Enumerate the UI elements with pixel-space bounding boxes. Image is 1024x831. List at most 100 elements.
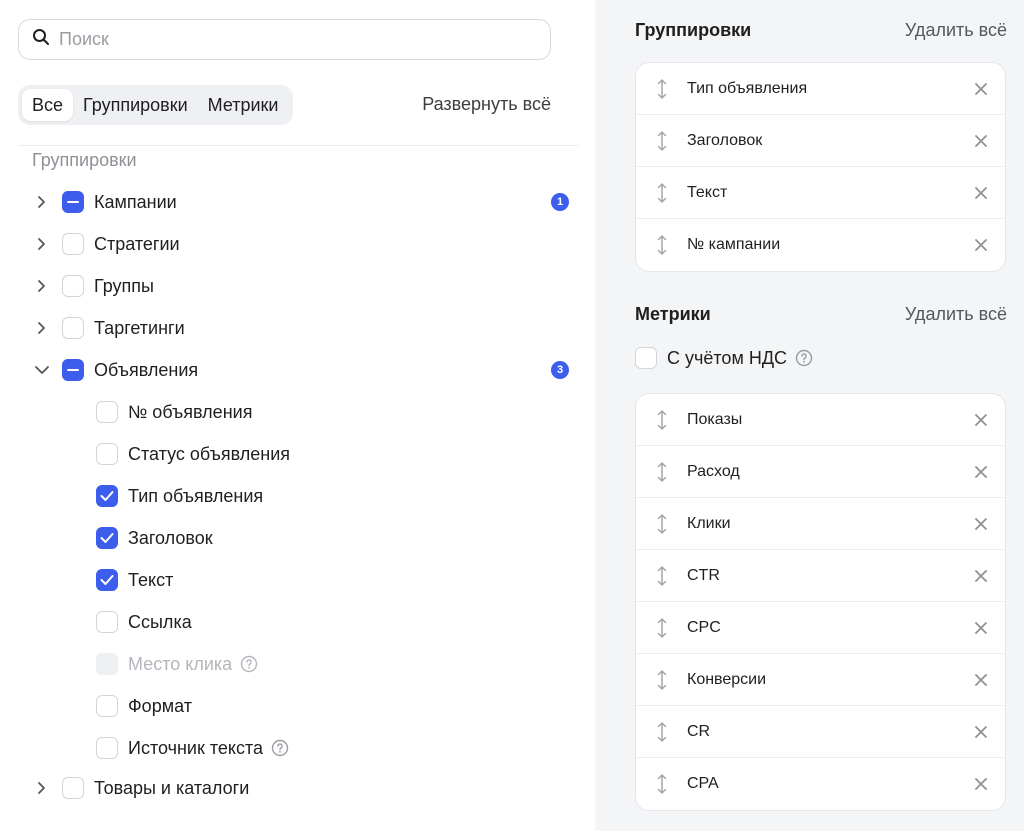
- divider: [18, 145, 578, 146]
- tree-item-label: Товары и каталоги: [94, 777, 250, 798]
- selected-panel: Группировки Удалить всё Тип объявления З…: [595, 0, 1024, 831]
- drag-handle-icon[interactable]: [652, 668, 672, 692]
- help-icon[interactable]: [271, 739, 289, 757]
- tree-item-label: Статус объявления: [128, 443, 291, 464]
- search-icon: [31, 27, 51, 52]
- help-icon[interactable]: [795, 349, 813, 367]
- tree-item-label: Место клика: [128, 653, 233, 674]
- chevron-right-icon[interactable]: [32, 192, 52, 212]
- list-item-label: CR: [687, 722, 711, 740]
- tree-child-text-source: Источник текста: [96, 727, 289, 769]
- link-checkbox[interactable]: [96, 611, 118, 633]
- drag-handle-icon[interactable]: [652, 181, 672, 205]
- remove-icon[interactable]: [973, 620, 989, 636]
- tree-child-text: Текст: [96, 559, 173, 601]
- tree-item-label: Источник текста: [128, 737, 264, 758]
- chevron-right-icon[interactable]: [32, 318, 52, 338]
- remove-icon[interactable]: [973, 81, 989, 97]
- tree-child-click-place: Место клика: [96, 643, 258, 685]
- ad-type-checkbox[interactable]: [96, 485, 118, 507]
- chevron-down-icon[interactable]: [32, 360, 52, 380]
- list-item: CR: [636, 706, 1005, 758]
- tree-child-ad-type: Тип объявления: [96, 475, 263, 517]
- tree-item-label: Формат: [128, 695, 192, 716]
- search-input[interactable]: [59, 29, 519, 50]
- ad-status-checkbox[interactable]: [96, 443, 118, 465]
- list-item: Тип объявления: [636, 63, 1005, 115]
- groupings-delete-all-button[interactable]: Удалить всё: [905, 20, 1007, 41]
- tree-item-strategies: Стратегии: [32, 223, 180, 265]
- drag-handle-icon[interactable]: [652, 720, 672, 744]
- ads-checkbox[interactable]: [62, 359, 84, 381]
- drag-handle-icon[interactable]: [652, 616, 672, 640]
- remove-icon[interactable]: [973, 776, 989, 792]
- list-item: Расход: [636, 446, 1005, 498]
- check-icon: [100, 491, 114, 501]
- vat-label: С учётом НДС: [667, 347, 788, 368]
- groupings-title: Группировки: [635, 20, 752, 40]
- list-item-label: Тип объявления: [687, 79, 808, 97]
- drag-handle-icon[interactable]: [652, 512, 672, 536]
- metrics-list: Показы Расход Клики CTR CPC Конверсии CR…: [635, 393, 1006, 811]
- metrics-delete-all-button[interactable]: Удалить всё: [905, 304, 1007, 325]
- format-checkbox[interactable]: [96, 695, 118, 717]
- drag-handle-icon[interactable]: [652, 129, 672, 153]
- vat-checkbox[interactable]: [635, 347, 657, 369]
- tab-all[interactable]: Все: [22, 89, 74, 121]
- groupings-list: Тип объявления Заголовок Текст № кампани…: [635, 62, 1006, 272]
- tree-item-label: Тип объявления: [128, 485, 264, 506]
- check-icon: [100, 575, 114, 585]
- campaigns-checkbox[interactable]: [62, 191, 84, 213]
- tree-child-format: Формат: [96, 685, 192, 727]
- tab-groupings[interactable]: Группировки: [73, 89, 198, 121]
- remove-icon[interactable]: [973, 672, 989, 688]
- list-item: Текст: [636, 167, 1005, 219]
- list-item-label: № кампании: [687, 236, 781, 253]
- headline-checkbox[interactable]: [96, 527, 118, 549]
- remove-icon[interactable]: [973, 516, 989, 532]
- drag-handle-icon[interactable]: [652, 772, 672, 796]
- strategies-checkbox[interactable]: [62, 233, 84, 255]
- text-source-checkbox[interactable]: [96, 737, 118, 759]
- goods-checkbox[interactable]: [62, 777, 84, 799]
- tree-child-ad-number: № объявления: [96, 391, 252, 433]
- list-item: № кампании: [636, 219, 1005, 271]
- list-item-label: Клики: [687, 514, 731, 532]
- ad-number-checkbox[interactable]: [96, 401, 118, 423]
- list-item: Клики: [636, 498, 1005, 550]
- click-place-checkbox: [96, 653, 118, 675]
- remove-icon[interactable]: [973, 133, 989, 149]
- drag-handle-icon[interactable]: [652, 564, 672, 588]
- drag-handle-icon[interactable]: [652, 233, 672, 257]
- list-item: Заголовок: [636, 115, 1005, 167]
- list-item-label: CPC: [687, 618, 721, 636]
- drag-handle-icon[interactable]: [652, 77, 672, 101]
- drag-handle-icon[interactable]: [652, 408, 672, 432]
- remove-icon[interactable]: [973, 464, 989, 480]
- tree-item-campaigns: Кампании 1: [32, 181, 569, 223]
- search-field[interactable]: [18, 19, 551, 60]
- chevron-right-icon[interactable]: [32, 234, 52, 254]
- tree-child-headline: Заголовок: [96, 517, 213, 559]
- text-checkbox[interactable]: [96, 569, 118, 591]
- expand-all-link[interactable]: Развернуть всё: [422, 94, 551, 115]
- tree-item-label: Кампании: [94, 191, 177, 212]
- remove-icon[interactable]: [973, 724, 989, 740]
- metrics-title: Метрики: [635, 304, 711, 324]
- help-icon[interactable]: [240, 655, 258, 673]
- filter-tabs: Все Группировки Метрики: [18, 85, 293, 125]
- chevron-right-icon[interactable]: [32, 276, 52, 296]
- tab-metrics[interactable]: Метрики: [198, 89, 289, 121]
- remove-icon[interactable]: [973, 237, 989, 253]
- remove-icon[interactable]: [973, 568, 989, 584]
- list-item: Конверсии: [636, 654, 1005, 706]
- tree-item-label: Группы: [94, 275, 154, 296]
- groupings-section-label: Группировки: [32, 150, 137, 170]
- targetings-checkbox[interactable]: [62, 317, 84, 339]
- remove-icon[interactable]: [973, 185, 989, 201]
- groups-checkbox[interactable]: [62, 275, 84, 297]
- remove-icon[interactable]: [973, 412, 989, 428]
- chevron-right-icon[interactable]: [32, 778, 52, 798]
- tree-item-label: Заголовок: [128, 527, 213, 548]
- drag-handle-icon[interactable]: [652, 460, 672, 484]
